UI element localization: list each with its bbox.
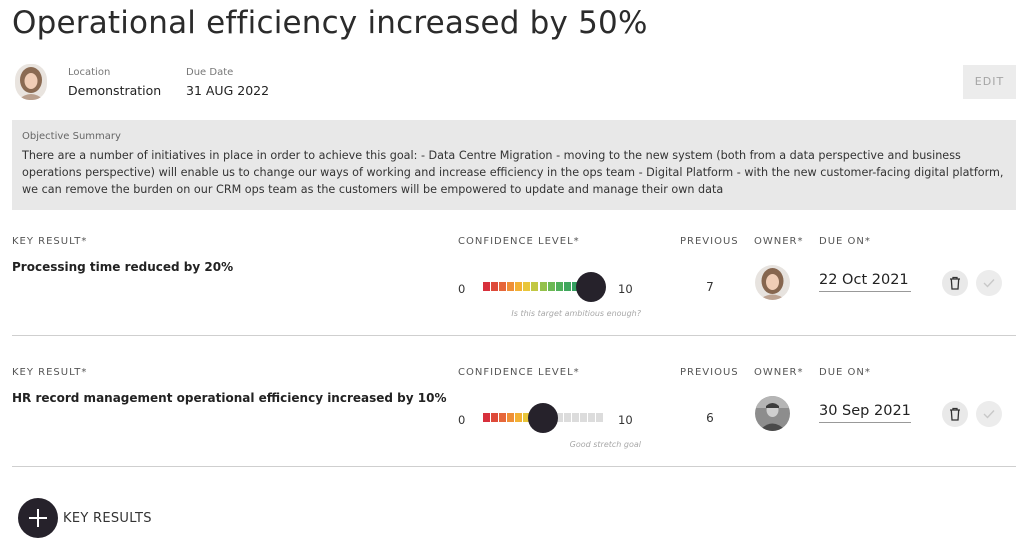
confirm-button[interactable] <box>976 270 1002 296</box>
confidence-slider[interactable] <box>483 272 606 302</box>
divider <box>12 335 1016 336</box>
confidence-hint: Is this target ambitious enough? <box>511 309 641 318</box>
edit-button[interactable]: EDIT <box>963 65 1016 99</box>
due-date-label: Due Date <box>186 67 234 78</box>
confidence-min-label: 0 <box>458 413 466 427</box>
confidence-hint: Good stretch goal <box>569 440 641 449</box>
previous-value: 6 <box>706 411 714 425</box>
delete-button[interactable] <box>942 401 968 427</box>
confidence-column-label: CONFIDENCE LEVEL* <box>458 236 580 247</box>
confidence-scale-segment <box>571 413 579 422</box>
divider <box>12 466 1016 467</box>
owner-column-label: OWNER* <box>754 367 804 378</box>
confidence-scale-segment <box>483 282 490 291</box>
confidence-scale-segment <box>555 282 563 291</box>
confidence-slider-handle[interactable] <box>576 272 606 302</box>
previous-column-label: PREVIOUS <box>680 367 739 378</box>
trash-icon <box>950 407 960 421</box>
confidence-scale-segment <box>499 282 507 291</box>
confidence-scale-segment <box>507 413 515 422</box>
confidence-scale-segment <box>491 413 499 422</box>
confidence-scale-segment <box>547 282 555 291</box>
key-result-column-label: KEY RESULT* <box>12 367 88 378</box>
confidence-scale-segment <box>563 413 571 422</box>
confidence-min-label: 0 <box>458 282 466 296</box>
location-label: Location <box>68 67 111 78</box>
due-date-value: 31 AUG 2022 <box>186 83 270 98</box>
confidence-scale-segment <box>491 282 499 291</box>
confidence-scale-segment <box>515 282 523 291</box>
add-key-results-button[interactable]: KEY RESULTS <box>18 498 152 538</box>
confidence-max-label: 10 <box>618 413 633 427</box>
user-avatar <box>15 64 47 100</box>
confidence-scale-segment <box>587 413 595 422</box>
previous-column-label: PREVIOUS <box>680 236 739 247</box>
plus-icon <box>18 498 58 538</box>
key-result-text[interactable]: HR record management operational efficie… <box>12 391 446 405</box>
due-date-block: Due Date 31 AUG 2022 <box>186 67 269 98</box>
confidence-scale-segment <box>483 413 490 422</box>
confidence-scale-segment <box>523 282 531 291</box>
confidence-scale-segment <box>579 413 587 422</box>
confidence-scale-segment <box>499 413 507 422</box>
delete-button[interactable] <box>942 270 968 296</box>
due-on-column-label: DUE ON* <box>819 236 871 247</box>
owner-column-label: OWNER* <box>754 236 804 247</box>
confidence-slider[interactable] <box>483 403 603 433</box>
objective-summary: Objective Summary There are a number of … <box>12 120 1016 210</box>
confidence-max-label: 10 <box>618 282 633 296</box>
confidence-slider-handle[interactable] <box>528 403 558 433</box>
owner-avatar[interactable] <box>755 265 790 300</box>
confidence-scale-segment <box>507 282 515 291</box>
confidence-scale-segment <box>531 282 539 291</box>
location-block: Location Demonstration <box>68 67 161 98</box>
key-result-row: KEY RESULT* CONFIDENCE LEVEL* PREVIOUS O… <box>12 236 1016 331</box>
key-result-column-label: KEY RESULT* <box>12 236 88 247</box>
trash-icon <box>950 276 960 290</box>
location-value: Demonstration <box>68 83 162 98</box>
due-on-column-label: DUE ON* <box>819 367 871 378</box>
check-icon <box>983 279 995 288</box>
confidence-scale-segment <box>515 413 523 422</box>
due-on-date[interactable]: 22 Oct 2021 <box>819 272 911 292</box>
check-icon <box>983 410 995 419</box>
confidence-scale-segment <box>596 413 603 422</box>
previous-value: 7 <box>706 280 714 294</box>
confidence-scale-segment <box>563 282 571 291</box>
confidence-column-label: CONFIDENCE LEVEL* <box>458 367 580 378</box>
add-key-results-label: KEY RESULTS <box>63 510 152 526</box>
confirm-button[interactable] <box>976 401 1002 427</box>
summary-text: There are a number of initiatives in pla… <box>22 149 1004 196</box>
key-result-text[interactable]: Processing time reduced by 20% <box>12 260 233 274</box>
confidence-scale-segment <box>539 282 547 291</box>
key-result-row: KEY RESULT* CONFIDENCE LEVEL* PREVIOUS O… <box>12 367 1016 462</box>
summary-label: Objective Summary <box>22 131 121 142</box>
objective-title: Operational efficiency increased by 50% <box>12 5 648 41</box>
owner-avatar[interactable] <box>755 396 790 431</box>
due-on-date[interactable]: 30 Sep 2021 <box>819 403 911 423</box>
